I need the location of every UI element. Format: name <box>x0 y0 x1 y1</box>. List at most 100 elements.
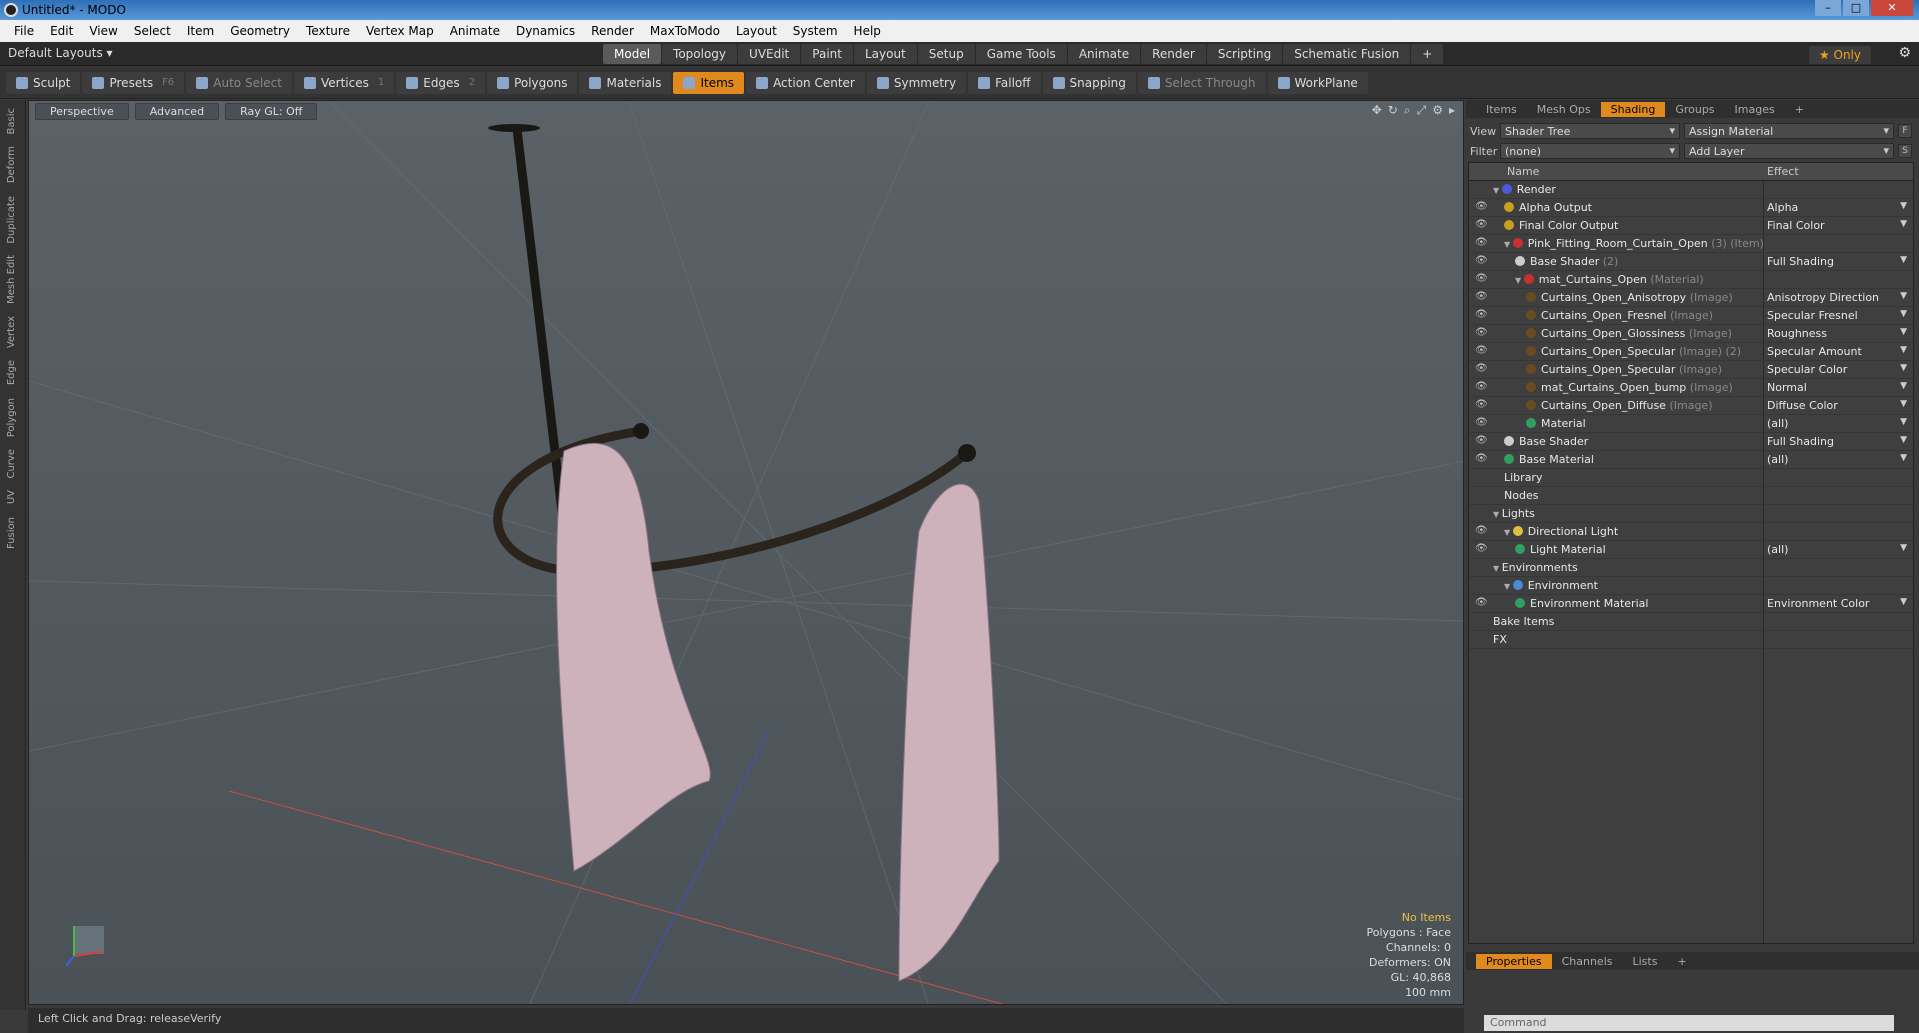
shader-tree-row[interactable]: 👁 Curtains_Open_Fresnel (Image) Specular F… <box>1469 307 1913 325</box>
left-tool-tab[interactable]: Polygon <box>6 394 20 441</box>
mode-tab[interactable]: Model <box>603 44 662 64</box>
toolbar-button[interactable]: Presets F6 <box>82 71 185 94</box>
shader-tree-row[interactable]: 👁 Base Material (all) ▼ <box>1469 451 1913 469</box>
effect-dropdown-icon[interactable]: ▼ <box>1900 201 1907 211</box>
shader-tree-row[interactable]: Bake Items <box>1469 613 1913 631</box>
menu-item[interactable]: Texture <box>298 24 358 38</box>
shader-tree-row[interactable]: 👁 mat_Curtains_Open_bump (Image) Normal ▼ <box>1469 379 1913 397</box>
expand-arrow-icon[interactable]: ▼ <box>1504 582 1513 591</box>
effect-dropdown-icon[interactable]: ▼ <box>1900 381 1907 391</box>
layout-selector[interactable]: Default Layouts ▾ <box>8 46 113 60</box>
left-tool-tab[interactable]: Vertex <box>6 312 20 352</box>
effect-dropdown-icon[interactable]: ▼ <box>1900 597 1907 607</box>
toolbar-button[interactable]: Items <box>673 71 745 94</box>
menu-item[interactable]: Help <box>846 24 889 38</box>
assign-material-dropdown[interactable]: Assign Material <box>1684 123 1894 139</box>
only-button[interactable]: ★ Only <box>1808 46 1871 64</box>
mode-tab[interactable]: Animate <box>1067 44 1141 64</box>
menu-item[interactable]: Dynamics <box>508 24 583 38</box>
shader-tree-row[interactable]: 👁 Curtains_Open_Anisotropy (Image) Anisotr… <box>1469 289 1913 307</box>
effect-dropdown-icon[interactable]: ▼ <box>1900 345 1907 355</box>
effect-dropdown-icon[interactable]: ▼ <box>1900 543 1907 553</box>
properties-tab[interactable]: Channels <box>1552 954 1623 969</box>
3d-viewport[interactable]: Perspective Advanced Ray GL: Off ✥ ↻ ⌕ ⤢… <box>28 100 1464 1005</box>
menu-item[interactable]: Select <box>126 24 179 38</box>
s-button[interactable]: S <box>1898 144 1912 158</box>
mode-tab[interactable]: Scripting <box>1206 44 1283 64</box>
right-panel-tab[interactable]: Mesh Ops <box>1527 102 1601 117</box>
visibility-eye-icon[interactable]: 👁 <box>1475 255 1488 266</box>
visibility-eye-icon[interactable]: 👁 <box>1475 273 1488 284</box>
name-column-header[interactable]: Name <box>1507 165 1539 178</box>
toolbar-button[interactable]: Select Through <box>1137 71 1266 94</box>
shader-tree-row[interactable]: FX <box>1469 631 1913 649</box>
menu-item[interactable]: Layout <box>728 24 785 38</box>
left-tool-tab[interactable]: Basic <box>6 104 20 138</box>
effect-dropdown-icon[interactable]: ▼ <box>1900 255 1907 265</box>
mode-tab[interactable]: Setup <box>917 44 975 64</box>
mode-tab[interactable]: + <box>1411 44 1444 64</box>
toolbar-button[interactable]: Action Center <box>746 71 865 94</box>
visibility-eye-icon[interactable]: 👁 <box>1475 525 1488 536</box>
view-dropdown[interactable]: Shader Tree <box>1500 123 1680 139</box>
maximize-icon[interactable]: □ <box>1843 0 1869 16</box>
menu-item[interactable]: Render <box>583 24 642 38</box>
right-panel-tab[interactable]: Groups <box>1665 102 1724 117</box>
menu-item[interactable]: Geometry <box>222 24 298 38</box>
left-tool-tab[interactable]: Duplicate <box>6 192 20 248</box>
expand-arrow-icon[interactable]: ▼ <box>1493 510 1502 519</box>
shader-tree-row[interactable]: 👁 Curtains_Open_Specular (Image) (2) Specu… <box>1469 343 1913 361</box>
effect-dropdown-icon[interactable]: ▼ <box>1900 417 1907 427</box>
menu-item[interactable]: File <box>6 24 42 38</box>
toolbar-button[interactable]: Sculpt <box>6 71 81 94</box>
toolbar-button[interactable]: Auto Select <box>186 71 292 94</box>
menu-item[interactable]: Edit <box>42 24 81 38</box>
mode-tab[interactable]: Topology <box>662 44 738 64</box>
effect-dropdown-icon[interactable]: ▼ <box>1900 219 1907 229</box>
add-layer-dropdown[interactable]: Add Layer <box>1684 143 1894 159</box>
expand-arrow-icon[interactable]: ▼ <box>1493 186 1502 195</box>
shader-tree-row[interactable]: 👁 Material (all) ▼ <box>1469 415 1913 433</box>
shader-tree-row[interactable]: ▼ Render <box>1469 181 1913 199</box>
effect-dropdown-icon[interactable]: ▼ <box>1900 435 1907 445</box>
properties-tab[interactable]: + <box>1667 954 1696 969</box>
toolbar-button[interactable]: Vertices 1 <box>293 71 395 94</box>
effect-column-header[interactable]: Effect <box>1767 165 1799 178</box>
menu-item[interactable]: MaxToModo <box>642 24 728 38</box>
menu-item[interactable]: View <box>81 24 125 38</box>
shader-tree-row[interactable]: 👁 Base Shader (2) Full Shading ▼ <box>1469 253 1913 271</box>
right-panel-tab[interactable]: + <box>1785 102 1814 117</box>
shader-tree-row[interactable]: 👁 ▼ Directional Light <box>1469 523 1913 541</box>
gear-icon[interactable]: ⚙ <box>1898 45 1911 61</box>
mode-tab[interactable]: Render <box>1141 44 1206 64</box>
left-tool-tab[interactable]: Edge <box>6 356 20 389</box>
left-tool-tab[interactable]: Mesh Edit <box>6 251 20 308</box>
properties-tab[interactable]: Lists <box>1623 954 1668 969</box>
menu-item[interactable]: Item <box>179 24 222 38</box>
toolbar-button[interactable]: Symmetry <box>866 71 967 94</box>
close-icon[interactable]: ✕ <box>1871 0 1913 16</box>
visibility-eye-icon[interactable]: 👁 <box>1475 237 1488 248</box>
shader-tree-row[interactable]: Nodes <box>1469 487 1913 505</box>
menu-item[interactable]: System <box>785 24 846 38</box>
mode-tab[interactable]: Schematic Fusion <box>1283 44 1411 64</box>
right-panel-tab[interactable]: Items <box>1476 102 1527 117</box>
visibility-eye-icon[interactable]: 👁 <box>1475 219 1488 230</box>
left-tool-tab[interactable]: Deform <box>6 142 20 187</box>
visibility-eye-icon[interactable]: 👁 <box>1475 597 1488 608</box>
expand-arrow-icon[interactable]: ▼ <box>1504 240 1513 249</box>
command-input[interactable]: Command <box>1484 1015 1894 1031</box>
toolbar-button[interactable]: WorkPlane <box>1267 71 1368 94</box>
filter-dropdown[interactable]: (none) <box>1500 143 1680 159</box>
visibility-eye-icon[interactable]: 👁 <box>1475 201 1488 212</box>
shader-tree-row[interactable]: 👁 Alpha Output Alpha ▼ <box>1469 199 1913 217</box>
minimize-icon[interactable]: – <box>1815 0 1841 16</box>
shader-tree-row[interactable]: 👁 Curtains_Open_Specular (Image) Specular … <box>1469 361 1913 379</box>
visibility-eye-icon[interactable]: 👁 <box>1475 291 1488 302</box>
left-tool-tab[interactable]: UV <box>6 486 20 508</box>
right-panel-tab[interactable]: Images <box>1725 102 1785 117</box>
visibility-eye-icon[interactable]: 👁 <box>1475 453 1488 464</box>
shader-tree-row[interactable]: ▼ Lights <box>1469 505 1913 523</box>
shader-tree-row[interactable]: 👁 Base Shader Full Shading ▼ <box>1469 433 1913 451</box>
expand-arrow-icon[interactable]: ▼ <box>1515 276 1524 285</box>
